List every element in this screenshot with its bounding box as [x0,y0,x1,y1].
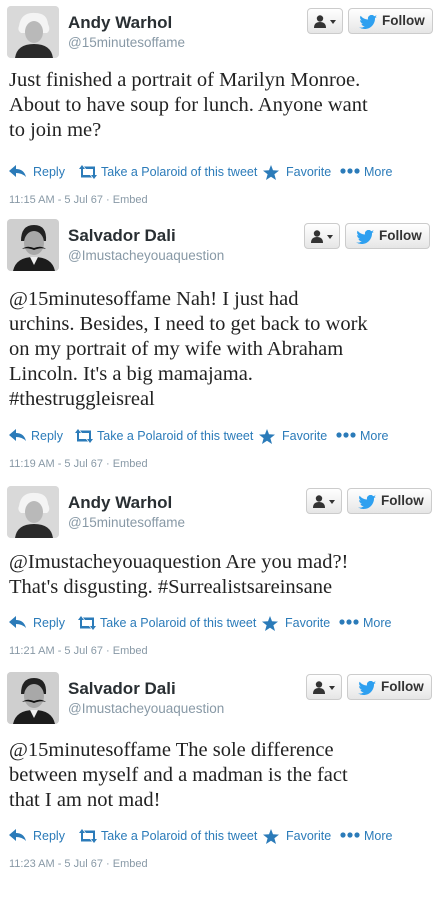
reply-icon [9,429,26,441]
embed-link[interactable]: Embed [113,194,148,206]
twitter-bird-icon [356,230,374,244]
author-handle[interactable]: @Imustacheyouaquestion [68,701,224,716]
more-dots-icon [339,619,359,625]
retweet-icon [75,429,93,443]
author-name[interactable]: Andy Warhol [68,13,172,33]
person-dropdown-icon [311,230,333,243]
follow-button[interactable]: Follow [347,674,432,700]
star-icon [263,165,279,180]
person-dropdown-icon [313,495,335,508]
tweet-meta: 11:19 AM - 5 Jul 67 · Embed [9,458,148,470]
tweet-text: Just finished a portrait of Marilyn Monr… [9,69,368,141]
avatar[interactable] [7,219,59,271]
avatar[interactable] [7,6,59,58]
tweet: Andy Warhol @15minutesoffame Follow Just… [0,0,445,210]
more-dots-icon [340,832,360,838]
star-icon [262,616,278,631]
follow-button-label: Follow [381,679,424,694]
embed-link[interactable]: Embed [113,858,148,870]
author-handle[interactable]: @Imustacheyouaquestion [68,248,224,263]
follow-button-label: Follow [379,228,422,243]
timestamp[interactable]: 11:15 AM - 5 Jul 67 [9,194,103,206]
tweet-meta: 11:23 AM - 5 Jul 67 · Embed [9,858,148,870]
tweet-text: @Imustacheyouaquestion Are you mad?! Tha… [9,551,349,598]
author-handle[interactable]: @15minutesoffame [68,35,185,50]
author-name[interactable]: Andy Warhol [68,493,172,513]
timestamp[interactable]: 11:21 AM - 5 Jul 67 [9,645,103,657]
retweet-icon [79,165,97,179]
tweet: Andy Warhol @15minutesoffame Follow @Imu… [0,480,445,665]
retweet-icon [78,616,96,630]
follow-button[interactable]: Follow [345,223,430,249]
retweet-icon [79,829,97,843]
reply-icon [9,829,26,841]
twitter-bird-icon [358,495,376,509]
timestamp[interactable]: 11:23 AM - 5 Jul 67 [9,858,103,870]
follow-button[interactable]: Follow [348,8,433,34]
follow-button-label: Follow [382,13,425,28]
twitter-bird-icon [358,681,376,695]
more-dots-icon [340,168,360,174]
tweet: Salvador Dali @Imustacheyouaquestion Fol… [0,213,445,478]
twitter-bird-icon [359,15,377,29]
tweet-text: @15minutesoffame The sole difference bet… [9,739,348,811]
embed-link[interactable]: Embed [113,645,148,657]
author-name[interactable]: Salvador Dali [68,226,176,246]
user-actions-button[interactable] [304,223,340,249]
user-actions-button[interactable] [306,488,342,514]
timestamp[interactable]: 11:19 AM - 5 Jul 67 [9,458,103,470]
author-handle[interactable]: @15minutesoffame [68,515,185,530]
tweet-meta: 11:15 AM - 5 Jul 67 · Embed [9,194,148,206]
tweet: Salvador Dali @Imustacheyouaquestion Fol… [0,666,445,886]
reply-icon [9,616,26,628]
avatar[interactable] [7,672,59,724]
tweet-text: @15minutesoffame Nah! I just had urchins… [9,288,368,410]
avatar[interactable] [7,486,59,538]
tweet-meta: 11:21 AM - 5 Jul 67 · Embed [9,645,148,657]
person-dropdown-icon [314,15,336,28]
follow-button-label: Follow [381,493,424,508]
star-icon [263,829,279,844]
person-dropdown-icon [313,681,335,694]
follow-button[interactable]: Follow [347,488,432,514]
embed-link[interactable]: Embed [113,458,148,470]
user-actions-button[interactable] [306,674,342,700]
more-dots-icon [336,432,356,438]
star-icon [259,429,275,444]
reply-icon [9,165,26,177]
user-actions-button[interactable] [307,8,343,34]
author-name[interactable]: Salvador Dali [68,679,176,699]
